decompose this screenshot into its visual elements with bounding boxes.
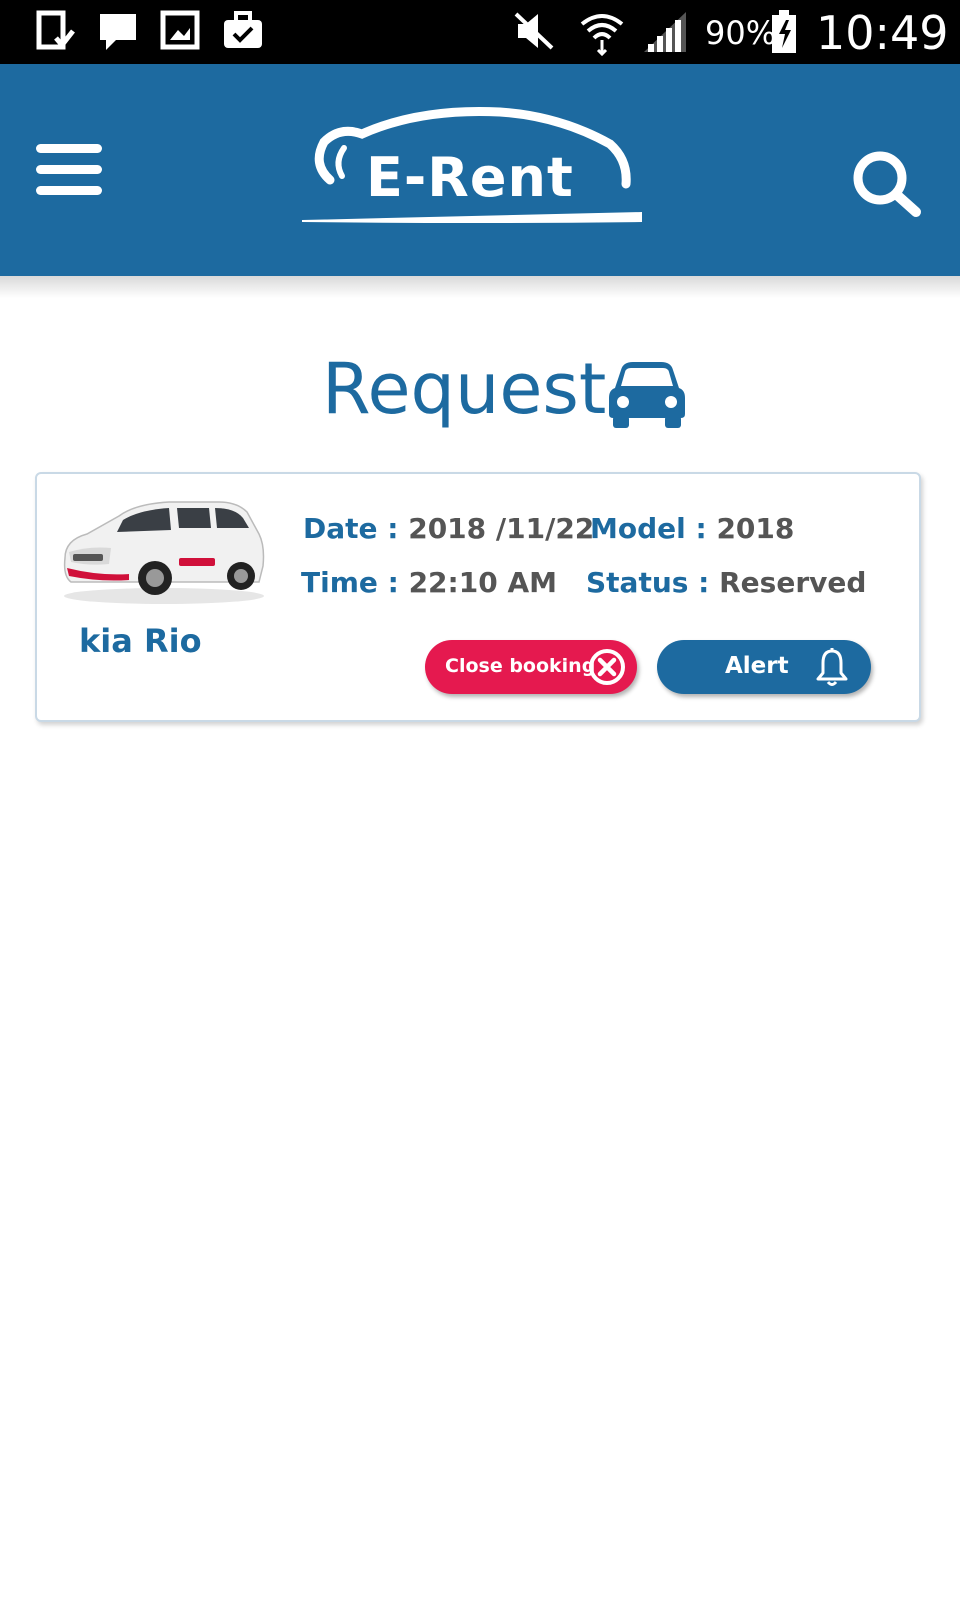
close-booking-button[interactable]: Close booking	[425, 640, 637, 694]
car-image	[63, 501, 265, 604]
mute-icon	[514, 12, 554, 50]
booking-card: kia Rio Date : 2018 /11/22 Model : 2018 …	[35, 472, 921, 722]
date-field: Date : 2018 /11/22	[303, 512, 594, 545]
close-booking-label: Close booking	[445, 655, 596, 677]
image-icon	[160, 10, 200, 50]
date-value: 2018 /11/22	[408, 512, 595, 545]
message-icon	[100, 14, 136, 50]
search-button[interactable]	[852, 150, 924, 220]
date-label: Date :	[303, 512, 399, 545]
car-name: kia Rio	[79, 622, 202, 660]
time-value: 22:10 AM	[408, 566, 557, 599]
page-title: Request	[322, 348, 607, 430]
status-field: Status : Reserved	[586, 566, 866, 599]
signal-icon	[644, 12, 686, 52]
header-shadow	[0, 276, 960, 298]
menu-button[interactable]	[36, 144, 104, 196]
wifi-icon	[580, 14, 624, 56]
status-label: Status :	[586, 566, 710, 599]
model-label: Model :	[590, 512, 707, 545]
logo-text: E-Rent	[366, 146, 574, 209]
logo: E-Rent	[300, 104, 660, 234]
alert-label: Alert	[725, 653, 789, 679]
battery-icon	[772, 10, 796, 53]
battery-percent: 90%	[705, 14, 777, 52]
status-bar: 90% 10:49	[0, 0, 960, 64]
close-circle-icon	[589, 649, 625, 685]
model-field: Model : 2018	[590, 512, 794, 545]
time-label: Time :	[301, 566, 399, 599]
clock: 10:49	[816, 6, 949, 60]
model-value: 2018	[716, 512, 795, 545]
time-field: Time : 22:10 AM	[301, 566, 557, 599]
bell-icon	[816, 648, 848, 686]
car-icon	[609, 362, 685, 428]
task-icon	[36, 10, 75, 50]
search-icon	[853, 151, 921, 217]
status-value: Reserved	[719, 566, 867, 599]
alert-button[interactable]: Alert	[657, 640, 871, 694]
briefcase-icon	[224, 11, 262, 48]
